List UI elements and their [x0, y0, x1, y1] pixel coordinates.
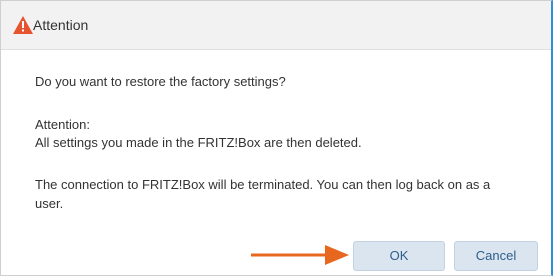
- ok-button[interactable]: OK: [353, 241, 445, 271]
- arrow-right-icon: [251, 245, 349, 265]
- attention-detail: All settings you made in the FRITZ!Box a…: [35, 135, 362, 150]
- restore-question: Do you want to restore the factory setti…: [35, 74, 286, 89]
- dialog-titlebar: Attention: [1, 1, 551, 50]
- warning-triangle-icon: [13, 16, 33, 34]
- factory-reset-dialog: Attention Do you want to restore the fac…: [0, 0, 553, 276]
- attention-label: Attention:: [35, 117, 90, 132]
- dialog-title: Attention: [33, 17, 89, 33]
- connection-notice-line2: user.: [35, 196, 64, 211]
- connection-notice-line1: The connection to FRITZ!Box will be term…: [35, 177, 491, 192]
- cancel-button[interactable]: Cancel: [454, 241, 538, 271]
